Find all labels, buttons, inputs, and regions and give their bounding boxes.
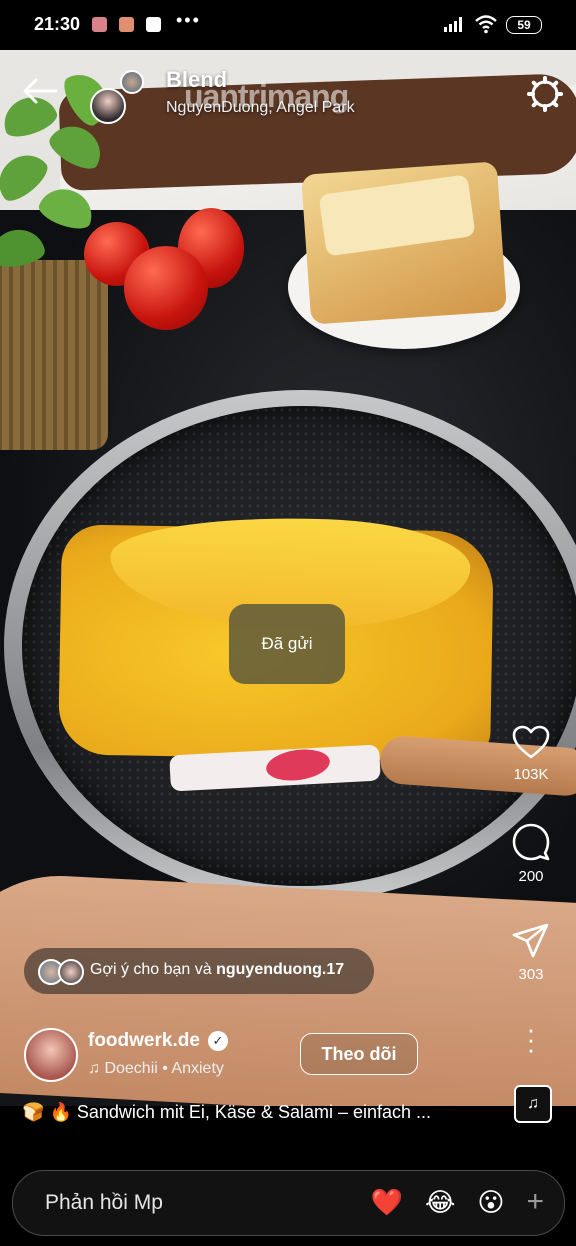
author-name-row[interactable]: foodwerk.de ✓	[88, 1030, 228, 1052]
plant-pot	[0, 260, 108, 450]
suggestion-user[interactable]: nguyenduong.17	[216, 961, 344, 978]
caption-text: Sandwich mit Ei, Käse & Salami – einfach…	[76, 1102, 432, 1122]
music-info[interactable]: ♫ Doechii • Anxiety	[88, 1060, 224, 1078]
audio-thumbnail[interactable]: ♫	[514, 1085, 552, 1123]
wow-reaction-icon[interactable]: 😮	[477, 1187, 504, 1218]
comment-icon	[512, 823, 550, 861]
share-button[interactable]: 303	[501, 922, 561, 983]
share-icon	[512, 923, 549, 958]
notification-app-icon	[92, 17, 107, 32]
status-time: 21:30	[34, 14, 81, 34]
battery-indicator: 59	[506, 16, 542, 34]
tomato	[124, 246, 208, 330]
music-note-icon: ♫	[88, 1060, 100, 1077]
heart-icon	[512, 725, 550, 759]
reply-bar[interactable]: Phản hồi Mp ❤️ 😂 😮 +	[12, 1170, 565, 1236]
verified-icon: ✓	[207, 1031, 228, 1051]
music-track: Doechii • Anxiety	[104, 1060, 224, 1077]
suggestion-pill[interactable]: Gợi ý cho bạn và nguyenduong.17	[24, 948, 374, 994]
chat-title[interactable]: Blend	[166, 67, 227, 93]
more-notifications-icon: •••	[176, 10, 201, 30]
sent-toast-text: Đã gửi	[261, 634, 313, 653]
like-button[interactable]: 103K	[501, 724, 561, 783]
comment-count: 200	[518, 868, 544, 885]
group-avatar[interactable]	[90, 88, 126, 124]
bread-slices	[301, 161, 507, 325]
like-count: 103K	[513, 766, 549, 783]
sent-toast: Đã gửi	[229, 604, 345, 684]
laugh-reaction-icon[interactable]: 😂	[425, 1187, 455, 1218]
suggested-avatar	[58, 959, 84, 985]
share-count: 303	[518, 966, 544, 983]
wifi-icon	[475, 15, 497, 34]
quick-reactions: ❤️ 😂 😮 +	[371, 1185, 544, 1219]
notification-app-icon	[119, 17, 134, 32]
fire-emoji-icon: 🔥	[49, 1102, 72, 1122]
heart-reaction-icon[interactable]: ❤️	[371, 1187, 403, 1218]
back-arrow-icon[interactable]	[22, 78, 58, 104]
comment-button[interactable]: 200	[501, 822, 561, 885]
reply-input[interactable]: Phản hồi Mp	[45, 1191, 163, 1215]
group-avatar[interactable]	[120, 70, 144, 94]
top-bar: uantrimang Blend NguyenDuong, Angel Park	[0, 50, 576, 150]
caption[interactable]: 🍞 🔥 Sandwich mit Ei, Käse & Salami – ein…	[22, 1102, 502, 1123]
status-bar: 21:30 ••• 59	[0, 0, 576, 50]
chat-members: NguyenDuong, Angel Park	[166, 99, 355, 116]
signal-icon	[444, 17, 462, 32]
more-icon[interactable]: · · ·	[522, 1016, 540, 1062]
plus-icon[interactable]: +	[526, 1185, 544, 1219]
suggestion-prefix: Gợi ý cho bạn và	[90, 961, 217, 978]
settings-icon[interactable]	[527, 76, 563, 112]
author-avatar[interactable]	[24, 1028, 78, 1082]
author-name[interactable]: foodwerk.de	[88, 1030, 200, 1052]
bread-emoji-icon: 🍞	[22, 1102, 45, 1122]
follow-button[interactable]: Theo dõi	[300, 1033, 418, 1075]
notification-app-icon	[146, 17, 161, 32]
